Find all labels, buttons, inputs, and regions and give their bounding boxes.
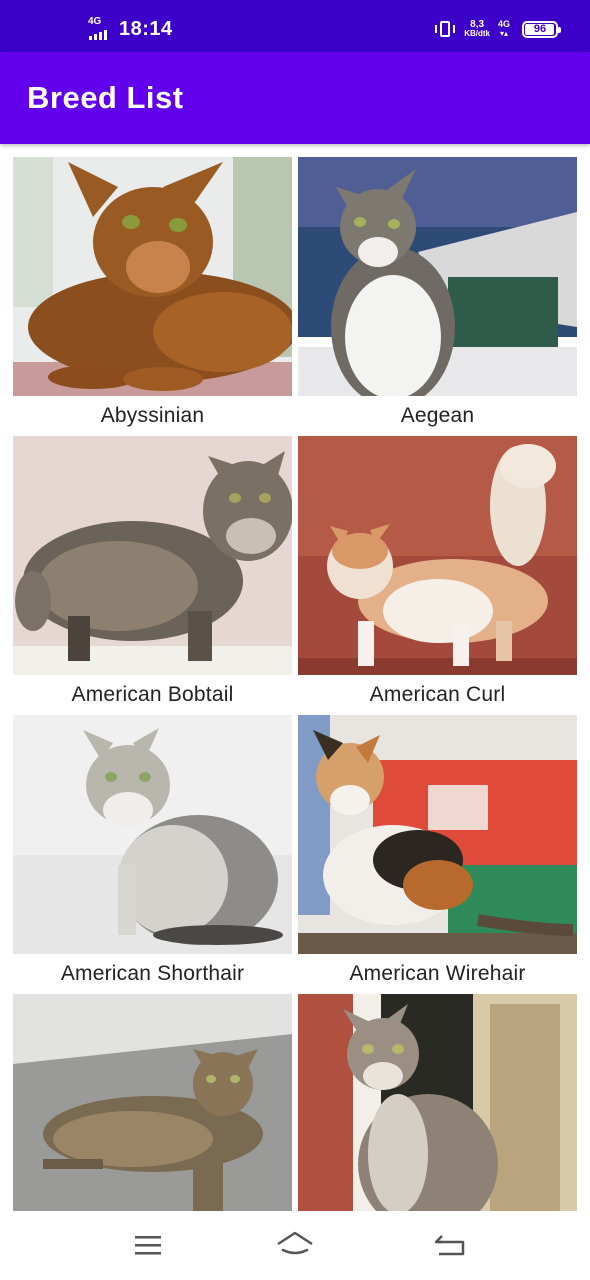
breed-photo: [13, 436, 292, 675]
breed-name: American Curl: [369, 683, 506, 706]
battery-icon: 96: [522, 20, 561, 38]
vibrate-icon: [434, 20, 456, 38]
breed-photo: [13, 715, 292, 954]
breed-photo: [298, 715, 577, 954]
speed-unit: KB/dtk: [464, 29, 490, 38]
breed-card-abyssinian[interactable]: Abyssinian: [13, 157, 292, 436]
status-bar: 4G 18:14 8,3 KB/dtk 4G ▾▴ 96: [0, 0, 590, 52]
breed-card-american-wirehair[interactable]: American Wirehair: [298, 715, 577, 994]
signal-icon: 4G: [88, 15, 110, 41]
breed-card-american-shorthair[interactable]: American Shorthair: [13, 715, 292, 994]
breed-card-aegean[interactable]: Aegean: [298, 157, 577, 436]
page-title: Breed List: [27, 80, 184, 115]
breed-grid[interactable]: Abyssinian Aegean American Bobtail Ameri…: [13, 157, 577, 1211]
back-icon[interactable]: [430, 1229, 470, 1261]
home-icon[interactable]: [275, 1229, 315, 1261]
breed-name: American Wirehair: [349, 962, 526, 985]
breed-photo: [298, 436, 577, 675]
breed-name: Aegean: [400, 404, 475, 427]
breed-card-american-curl[interactable]: American Curl: [298, 436, 577, 715]
battery-percent: 96: [533, 23, 547, 35]
breed-card-american-bobtail[interactable]: American Bobtail: [13, 436, 292, 715]
breed-photo: [13, 994, 292, 1211]
navigation-bar: [0, 1211, 590, 1280]
breed-name: American Bobtail: [71, 683, 234, 706]
network-speed: 8,3 KB/dtk: [464, 19, 490, 39]
breed-card[interactable]: [13, 994, 292, 1211]
breed-card[interactable]: [298, 994, 577, 1211]
network-type-left: 4G: [88, 15, 102, 27]
data-icon: 4G ▾▴: [498, 19, 511, 38]
breed-photo: [13, 157, 292, 396]
clock: 18:14: [119, 18, 173, 40]
menu-icon[interactable]: [128, 1229, 168, 1261]
breed-name: American Shorthair: [60, 962, 245, 985]
breed-photo: [298, 994, 577, 1211]
app-bar: Breed List: [0, 52, 590, 144]
network-type-right: 4G: [498, 19, 511, 29]
breed-name: Abyssinian: [100, 404, 205, 427]
breed-photo: [298, 157, 577, 396]
speed-value: 8,3: [470, 19, 485, 30]
